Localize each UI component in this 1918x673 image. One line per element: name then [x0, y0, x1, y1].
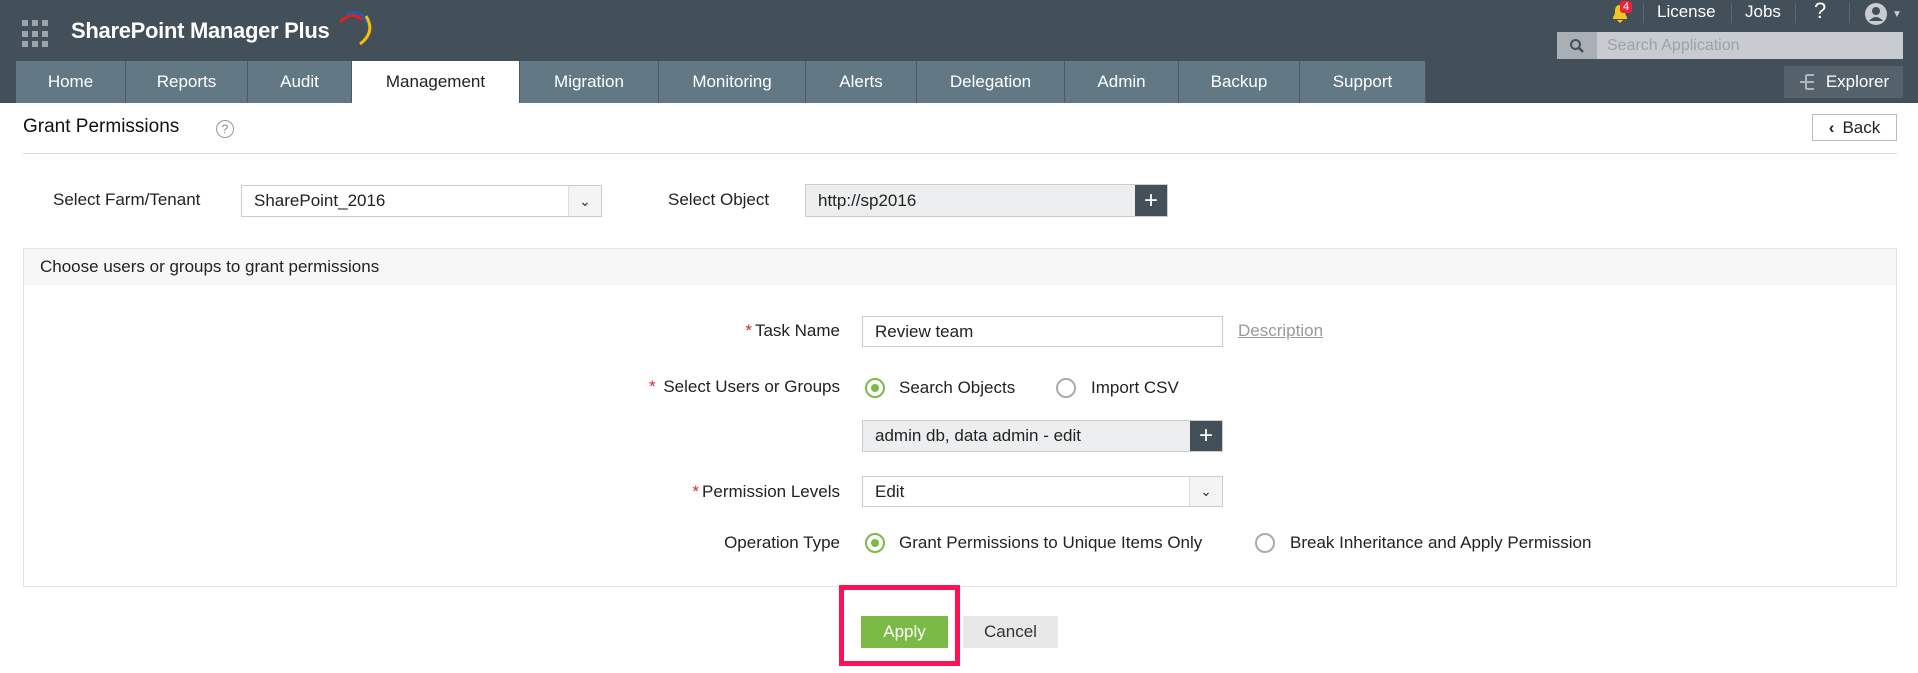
app-grid-icon[interactable] — [22, 20, 50, 48]
tab-delegation[interactable]: Delegation — [917, 61, 1065, 103]
break-inheritance-label: Break Inheritance and Apply Permission — [1290, 533, 1592, 552]
tab-support[interactable]: Support — [1300, 61, 1426, 103]
operation-type-label: Operation Type — [724, 533, 840, 552]
notifications-button[interactable]: 4 — [1609, 1, 1633, 29]
chevron-down-icon: ▼ — [1892, 8, 1902, 20]
farm-value: SharePoint_2016 — [254, 191, 386, 210]
tab-migration[interactable]: Migration — [520, 61, 659, 103]
help-icon[interactable]: ? — [216, 120, 234, 138]
search-icon — [1557, 32, 1597, 59]
task-name-label: * Task Name — [745, 321, 840, 340]
panel-heading: Choose users or groups to grant permissi… — [24, 249, 1896, 285]
chevron-down-icon: ⌄ — [568, 186, 601, 216]
tab-monitoring[interactable]: Monitoring — [659, 61, 806, 103]
add-object-button[interactable]: + — [1135, 185, 1167, 216]
chevron-down-icon: ⌄ — [1189, 477, 1222, 506]
description-link[interactable]: Description — [1238, 321, 1323, 341]
back-button[interactable]: ‹ Back — [1812, 114, 1897, 141]
user-menu[interactable]: ▼ — [1864, 2, 1902, 26]
users-value: admin db, data admin - edit — [875, 426, 1082, 445]
tree-icon — [1799, 74, 1814, 90]
tab-backup[interactable]: Backup — [1179, 61, 1300, 103]
users-input[interactable]: admin db, data admin - edit + — [862, 420, 1223, 452]
unique-items-label: Grant Permissions to Unique Items Only — [899, 533, 1203, 552]
tab-alerts[interactable]: Alerts — [806, 61, 917, 103]
search-objects-label: Search Objects — [899, 378, 1016, 397]
farm-label: Select Farm/Tenant — [53, 190, 201, 209]
permission-levels-select[interactable]: Edit ⌄ — [862, 476, 1223, 507]
brand-logo-icon — [338, 11, 372, 46]
unique-items-radio[interactable] — [865, 533, 885, 553]
tab-management[interactable]: Management — [352, 61, 520, 103]
object-label: Select Object — [668, 190, 770, 209]
permission-value: Edit — [875, 481, 905, 501]
farm-select[interactable]: SharePoint_2016 ⌄ — [241, 185, 602, 217]
search-objects-radio[interactable] — [865, 378, 885, 398]
users-label: * Select Users or Groups — [648, 377, 840, 396]
help-icon[interactable]: ? — [1814, 0, 1826, 24]
add-users-button[interactable]: + — [1190, 421, 1222, 451]
cancel-button[interactable]: Cancel — [963, 616, 1058, 648]
license-link[interactable]: License — [1657, 2, 1716, 22]
object-value: http://sp2016 — [818, 190, 917, 210]
avatar-icon — [1865, 3, 1887, 25]
search-bar[interactable]: Search Application — [1557, 32, 1903, 59]
import-csv-radio[interactable] — [1056, 378, 1076, 398]
back-label: Back — [1842, 117, 1881, 137]
page-title: Grant Permissions — [23, 116, 180, 137]
permission-levels-label: * Permission Levels — [692, 482, 840, 501]
tab-audit[interactable]: Audit — [248, 61, 352, 103]
import-csv-label: Import CSV — [1091, 378, 1179, 397]
chevron-left-icon: ‹ — [1828, 117, 1835, 137]
object-input[interactable]: http://sp2016 + — [805, 184, 1168, 217]
notification-badge: 4 — [1620, 1, 1633, 13]
divider — [23, 153, 1897, 154]
break-inheritance-radio[interactable] — [1255, 533, 1275, 553]
explorer-label: Explorer — [1825, 72, 1890, 91]
app-title: SharePoint Manager Plus — [71, 18, 330, 43]
tab-home[interactable]: Home — [16, 61, 126, 103]
task-name-input[interactable]: Review team — [862, 316, 1223, 347]
jobs-link[interactable]: Jobs — [1745, 2, 1781, 22]
tab-reports[interactable]: Reports — [126, 61, 248, 103]
search-input[interactable]: Search Application — [1597, 32, 1740, 59]
tab-admin[interactable]: Admin — [1065, 61, 1179, 103]
explorer-button[interactable]: Explorer — [1784, 66, 1903, 98]
highlight-box — [839, 585, 960, 666]
